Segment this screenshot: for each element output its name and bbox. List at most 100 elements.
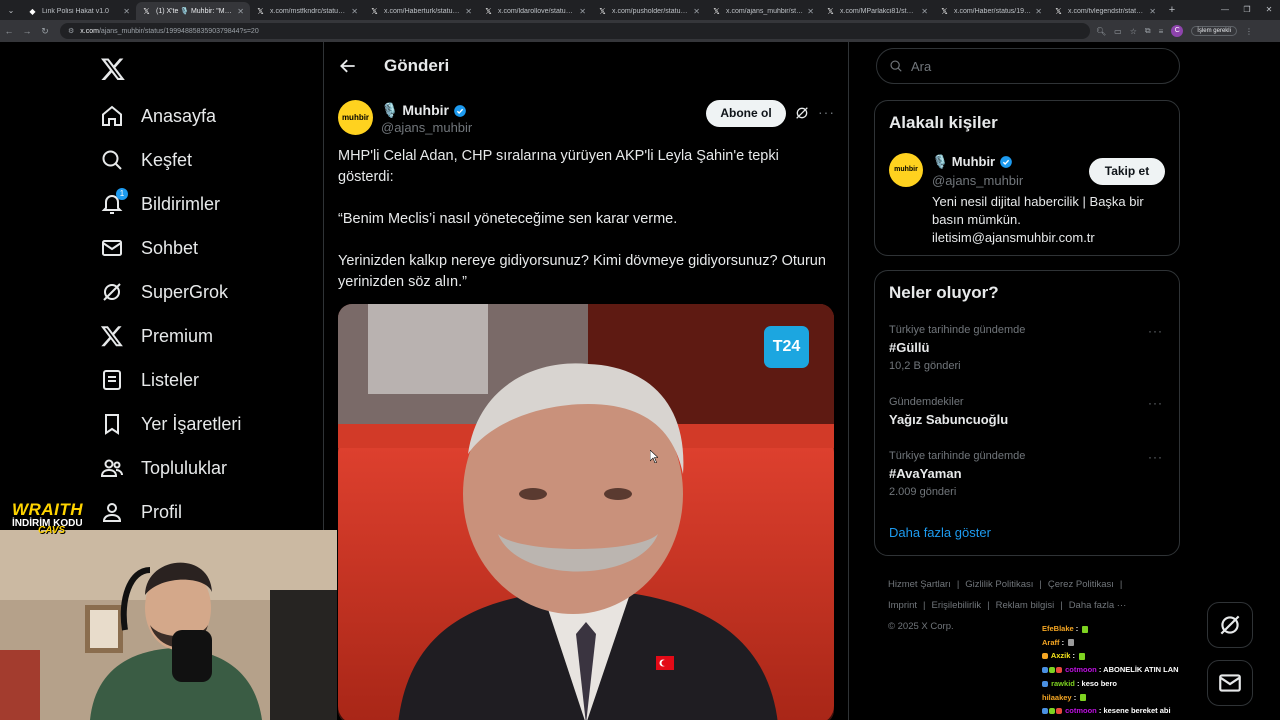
url-path: /ajans_muhbir/status/1999488583590379844… [98,27,259,35]
trend-item[interactable]: Türkiye tarihinde gündemde #Güllü 10,2 B… [889,324,1171,372]
chat-message: cotmoon : kesene bereket abi [1042,704,1212,718]
browser-tab[interactable]: 𝕏x.com/MParlakci81/status/19 ✕ [820,2,934,20]
grok-fab[interactable] [1207,602,1253,648]
webcam-overlay [0,530,337,720]
chat-badge-icon [1042,667,1048,674]
bookmark-star-icon[interactable]: ☆ [1130,27,1137,36]
tab-close-icon[interactable]: ✕ [1035,7,1042,16]
tab-search-icon[interactable]: ⌄ [0,0,22,20]
reload-icon[interactable]: ↻ [36,26,54,37]
follow-button[interactable]: Takip et [1089,158,1165,185]
cast-icon[interactable]: ▭ [1114,27,1122,36]
search-input[interactable]: Ara [876,48,1180,84]
chat-message: EfeBlake : [1042,622,1212,636]
related-avatar[interactable]: muhbir [889,153,923,187]
profile-status-button[interactable]: İşlem gerekli [1191,26,1237,36]
footer-link[interactable]: Reklam bilgisi [996,600,1055,611]
tab-title: x.com/tvlegendstr/status/199 [1068,7,1145,15]
browser-tab[interactable]: 𝕏x.com/Haber/status/1999488 ✕ [934,2,1048,20]
tab-close-icon[interactable]: ✕ [579,7,586,16]
browser-tab[interactable]: 𝕏x.com/pusholder/status/1999 ✕ [592,2,706,20]
browser-tab[interactable]: ◆ Link Polisi Hakat v1.0 ✕ [22,2,136,20]
x-favicon-icon: 𝕏 [827,6,834,16]
tab-favicon-icon: ◆ [29,6,36,16]
nav-item-profile[interactable]: Profil [100,494,182,530]
chat-badge-icon [1042,680,1048,687]
messages-fab[interactable] [1207,660,1253,706]
browser-tab-active[interactable]: 𝕏 (1) X'te 🎙️ Muhbir: "MHP' ✕ [136,2,250,20]
nav-item-explore[interactable]: Keşfet [100,142,192,178]
window-close-icon[interactable]: ✕ [1258,0,1280,20]
related-handle[interactable]: @ajans_muhbir [932,173,1023,188]
minimize-icon[interactable]: — [1214,0,1236,20]
nav-item-communities[interactable]: Topluluklar [100,450,227,486]
address-bar[interactable]: ⚙ x.com/ajans_muhbir/status/199948858359… [60,23,1090,39]
author-name[interactable]: 🎙️ Muhbir [381,102,449,119]
tab-close-icon[interactable]: ✕ [351,7,358,16]
footer-link[interactable]: Hizmet Şartları [888,579,951,590]
nav-item-notifications[interactable]: 1 Bildirimler [100,186,220,222]
new-tab-icon[interactable]: + [1162,4,1182,16]
footer-link[interactable]: Çerez Politikası [1048,579,1114,590]
trend-more-icon[interactable]: ··· [1148,324,1163,338]
footer-more-link[interactable]: Daha fazla ··· [1069,600,1127,611]
nav-item-home[interactable]: Anasayfa [100,98,216,134]
browser-tab[interactable]: 𝕏x.com/tvlegendstr/status/199 ✕ [1048,2,1162,20]
author-handle[interactable]: @ajans_muhbir [381,120,472,135]
site-info-icon[interactable]: ⚙ [68,27,74,35]
media-icon[interactable]: ≡ [1159,27,1164,36]
maximize-icon[interactable]: ❐ [1236,0,1258,20]
post-detail: Gönderi muhbir 🎙️ Muhbir @ajans_muhbir A… [324,42,848,720]
related-name[interactable]: 🎙️ Muhbir [932,154,995,170]
nav-label: Anasayfa [141,105,217,126]
browser-profile-avatar[interactable]: C [1171,25,1184,37]
browser-tab[interactable]: 𝕏x.com/Haberturk/status/1999 ✕ [364,2,478,20]
grok-icon[interactable] [794,105,810,121]
chat-message: hilaakey : [1042,691,1212,705]
show-more-link[interactable]: Daha fazla göster [889,525,991,540]
nav-label: Topluluklar [141,457,228,478]
forward-nav-icon[interactable]: → [18,26,36,36]
tab-close-icon[interactable]: ✕ [123,7,130,16]
copyright: © 2025 X Corp. [888,621,954,632]
more-options-icon[interactable]: ··· [818,104,835,120]
back-arrow-icon[interactable] [338,56,358,76]
browser-tab[interactable]: 𝕏x.com/ajans_muhbir/status/1 ✕ [706,2,820,20]
tab-close-icon[interactable]: ✕ [1149,7,1156,16]
x-logo-icon[interactable] [100,56,126,82]
nav-item-supergrok[interactable]: SuperGrok [100,274,228,310]
tab-close-icon[interactable]: ✕ [807,7,814,16]
tab-close-icon[interactable]: ✕ [921,7,928,16]
browser-tab[interactable]: 𝕏x.com/mstfkndrc/status/1999✕ [250,2,364,20]
tab-close-icon[interactable]: ✕ [693,7,700,16]
trend-item[interactable]: Türkiye tarihinde gündemde #AvaYaman 2.0… [889,450,1171,498]
nav-label: Yer İşaretleri [141,413,242,434]
post-video[interactable]: T24 [338,304,834,720]
trend-item[interactable]: Gündemdekiler Yağız Sabuncuoğlu ··· [889,396,1171,427]
nav-item-bookmarks[interactable]: Yer İşaretleri [100,406,241,442]
subscribe-button[interactable]: Abone ol [706,100,786,127]
chat-user: Axzik [1050,651,1071,661]
footer-link[interactable]: Imprint [888,600,917,611]
chat-text: kesene bereket abi [1103,706,1171,716]
browser-tab[interactable]: 𝕏x.com/ldarollove/status/19400✕ [478,2,592,20]
nav-item-premium[interactable]: Premium [100,318,213,354]
chat-user: EfeBlake [1042,624,1074,633]
author-avatar[interactable]: muhbir [338,100,373,135]
author-name-row[interactable]: 🎙️ Muhbir [381,102,467,119]
tab-close-icon[interactable]: ✕ [465,7,472,16]
extensions-icon[interactable]: ⧉ [1145,26,1151,36]
zoom-icon[interactable]: 🔍︎ [1096,27,1106,36]
browser-menu-icon[interactable]: ⋮ [1245,27,1253,36]
tab-close-icon[interactable]: ✕ [237,7,244,16]
nav-item-lists[interactable]: Listeler [100,362,199,398]
search-icon [890,60,902,72]
footer-link[interactable]: Gizlilik Politikası [965,579,1033,590]
nav-item-chat[interactable]: Sohbet [100,230,198,266]
webcam-feed [0,530,337,720]
related-name-row[interactable]: 🎙️ Muhbir [932,154,1013,170]
trend-more-icon[interactable]: ··· [1148,450,1163,464]
footer-link[interactable]: Erişilebilirlik [932,600,982,611]
trend-more-icon[interactable]: ··· [1148,396,1163,410]
back-nav-icon[interactable]: ← [0,26,18,36]
